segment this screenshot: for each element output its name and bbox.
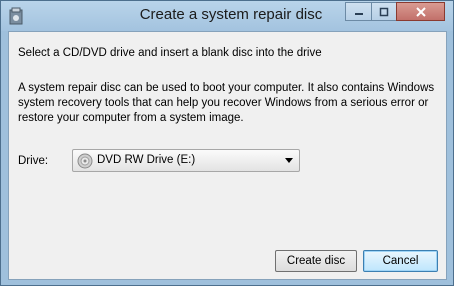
dialog-content: Select a CD/DVD drive and insert a blank…	[8, 31, 447, 280]
drive-select-value: DVD RW Drive (E:)	[97, 154, 196, 166]
minimize-button[interactable]	[345, 2, 371, 21]
dialog-window: Create a system repair disc Select a CD/…	[0, 0, 454, 286]
maximize-button[interactable]	[371, 2, 396, 21]
close-button[interactable]	[396, 2, 445, 21]
minimize-icon	[354, 12, 363, 15]
window-title: Create a system repair disc	[139, 6, 323, 23]
chevron-down-icon	[285, 158, 293, 163]
title-bar[interactable]: Create a system repair disc	[1, 1, 453, 31]
cancel-button[interactable]: Cancel	[363, 250, 438, 272]
drive-label: Drive:	[18, 155, 49, 167]
maximize-icon	[379, 7, 389, 16]
drive-select[interactable]: DVD RW Drive (E:)	[72, 149, 300, 172]
close-icon	[415, 6, 426, 17]
description-text: A system repair disc can be used to boot…	[18, 82, 435, 124]
disc-app-icon	[9, 7, 23, 25]
dvd-drive-icon	[77, 153, 93, 169]
create-disc-button[interactable]: Create disc	[275, 250, 357, 272]
instruction-text: Select a CD/DVD drive and insert a blank…	[18, 47, 322, 59]
